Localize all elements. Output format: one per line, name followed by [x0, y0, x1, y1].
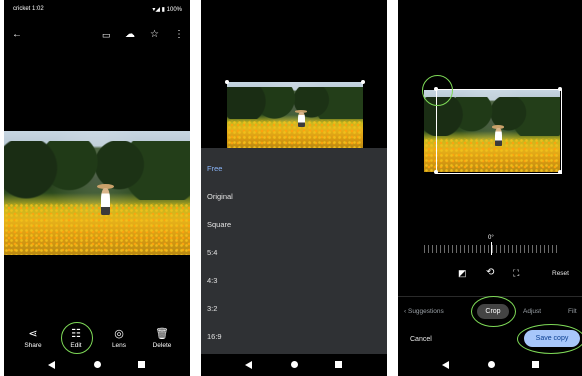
system-nav-bar	[4, 354, 190, 376]
reset-button[interactable]: Reset	[552, 270, 569, 277]
aspect-ratio-icon[interactable]: ◩	[458, 268, 467, 278]
cancel-button[interactable]: Cancel	[410, 336, 432, 343]
rotation-value: 0°	[488, 235, 494, 241]
lens-icon: ◎	[114, 328, 124, 340]
aspect-ratio-menu: Free Original Square 5:4 4:3 3:2 16:9	[201, 148, 387, 354]
nav-back-icon[interactable]	[48, 361, 55, 369]
lens-button[interactable]: ◎ Lens	[104, 328, 134, 349]
menu-item-free[interactable]: Free	[207, 164, 222, 173]
photo	[4, 131, 190, 255]
menu-item-5-4[interactable]: 5:4	[207, 248, 217, 257]
menu-item-original[interactable]: Original	[207, 192, 233, 201]
status-bar: cricket 1:02 ▾◢ ▮ 100%	[13, 6, 182, 13]
crop-handle-bottom-right[interactable]	[558, 170, 562, 174]
cloud-upload-icon[interactable]: ☁	[125, 30, 135, 40]
share-icon: ⋖	[28, 328, 38, 340]
signal-icon: ▾◢ ▮	[152, 7, 167, 13]
highlight-ring-crop	[471, 296, 516, 327]
crop-handle-top-right[interactable]	[558, 87, 562, 91]
highlight-ring-edit	[61, 322, 93, 354]
rotation-ruler[interactable]	[424, 245, 560, 253]
menu-item-3-2[interactable]: 3:2	[207, 304, 217, 313]
crop-editor-screen: 0° ◩ ⟲ ⛶ Reset ‹ Suggestions Crop Adjust…	[398, 0, 582, 376]
highlight-ring-save	[517, 324, 582, 354]
crop-handle[interactable]	[225, 80, 229, 84]
photo-viewer-screen: cricket 1:02 ▾◢ ▮ 100% ← ▭ ☁ ☆ ⋮ ⋖ Share…	[4, 0, 190, 376]
system-nav-bar	[201, 354, 387, 376]
nav-recents-icon[interactable]	[532, 361, 539, 368]
nav-recents-icon[interactable]	[335, 361, 342, 368]
crop-handle-bottom-left[interactable]	[434, 170, 438, 174]
highlight-ring-handle	[422, 75, 453, 106]
nav-back-icon[interactable]	[442, 361, 449, 369]
nav-recents-icon[interactable]	[138, 361, 145, 368]
nav-home-icon[interactable]	[94, 361, 101, 368]
tab-filters[interactable]: Filt	[568, 308, 577, 315]
share-button[interactable]: ⋖ Share	[18, 328, 48, 349]
cast-icon[interactable]: ▭	[102, 30, 111, 40]
delete-button[interactable]: 🗑 Delete	[147, 328, 177, 349]
auto-crop-icon[interactable]: ⛶	[513, 268, 519, 278]
tab-adjust[interactable]: Adjust	[523, 308, 541, 315]
photo-preview	[227, 82, 363, 148]
crop-frame[interactable]	[436, 89, 562, 174]
nav-home-icon[interactable]	[291, 361, 298, 368]
menu-item-square[interactable]: Square	[207, 220, 231, 229]
trash-icon: 🗑	[155, 328, 169, 340]
more-vert-icon[interactable]: ⋮	[174, 30, 184, 40]
menu-item-16-9[interactable]: 16:9	[207, 332, 222, 341]
rotate-icon[interactable]: ⟲	[486, 268, 494, 278]
back-arrow-icon[interactable]: ←	[12, 30, 22, 40]
tab-suggestions[interactable]: ‹ Suggestions	[404, 308, 444, 315]
crop-handle[interactable]	[361, 80, 365, 84]
aspect-ratio-screen: Free Original Square 5:4 4:3 3:2 16:9	[201, 0, 387, 376]
rotation-indicator	[491, 242, 492, 255]
carrier-time: cricket 1:02	[13, 6, 44, 12]
system-nav-bar	[398, 354, 582, 376]
nav-back-icon[interactable]	[245, 361, 252, 369]
menu-item-4-3[interactable]: 4:3	[207, 276, 217, 285]
nav-home-icon[interactable]	[488, 361, 495, 368]
battery-level: 100%	[166, 7, 182, 13]
star-icon[interactable]: ☆	[150, 30, 159, 40]
